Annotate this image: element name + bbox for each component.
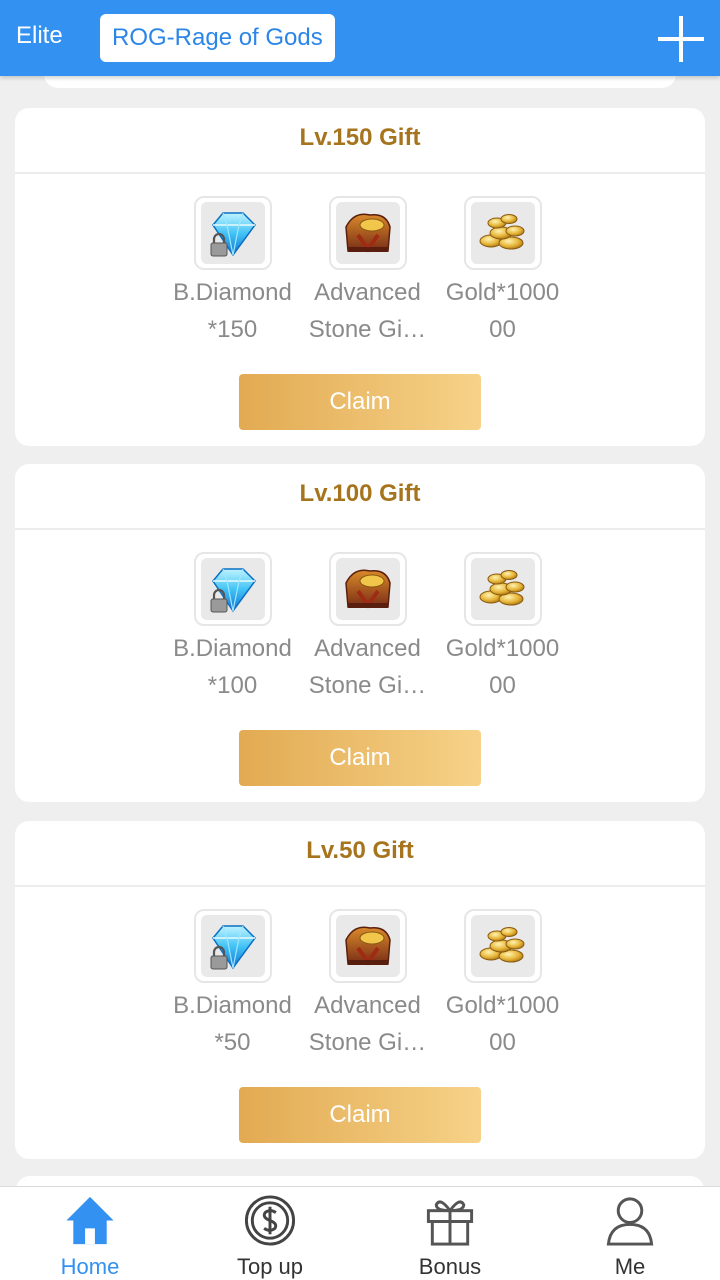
gift-item[interactable]: Gold*100000 bbox=[435, 552, 570, 702]
locked-diamond-icon bbox=[210, 568, 256, 613]
gift-title: Lv.100 Gift bbox=[15, 464, 705, 530]
locked-diamond-icon bbox=[210, 212, 256, 257]
gift-item[interactable]: B.Diamond*50 bbox=[165, 909, 300, 1059]
home-icon bbox=[66, 1196, 114, 1245]
gift-item[interactable]: Advanced Stone Gi… bbox=[300, 552, 435, 702]
claim-button[interactable]: Claim bbox=[239, 1087, 481, 1143]
gift-title: Lv.50 Gift bbox=[15, 821, 705, 887]
nav-label: Home bbox=[60, 1254, 120, 1279]
nav-label: Top up bbox=[236, 1254, 304, 1279]
stone-chest-icon bbox=[344, 213, 391, 253]
gift-item[interactable]: Advanced Stone Gi… bbox=[300, 909, 435, 1059]
gift-item-label: B.Diamond*100 bbox=[173, 635, 292, 700]
previous-gift-card bbox=[44, 76, 676, 88]
gift-card: Lv.150 Gift B.Diamond*150 Advanced Stone… bbox=[15, 108, 705, 446]
nav-label: Me bbox=[614, 1254, 646, 1279]
locked-diamond-icon bbox=[210, 925, 256, 970]
gift-item-label: Advanced Stone Gi… bbox=[308, 992, 427, 1057]
gift-item[interactable]: Gold*100000 bbox=[435, 196, 570, 346]
nav-item-home[interactable]: Home bbox=[0, 1187, 180, 1280]
stone-chest-icon bbox=[344, 569, 391, 609]
gift-item[interactable]: Advanced Stone Gi… bbox=[300, 196, 435, 346]
gift-item-label: B.Diamond*150 bbox=[173, 279, 292, 344]
gift-icon bbox=[426, 1200, 474, 1246]
add-button[interactable] bbox=[656, 14, 706, 64]
page-title: Elite bbox=[16, 22, 63, 49]
gift-card: Lv.100 Gift B.Diamond*100 Advanced Stone… bbox=[15, 464, 705, 802]
stone-chest-icon bbox=[344, 926, 391, 966]
claim-button[interactable]: Claim bbox=[239, 730, 481, 786]
gift-list[interactable]: Lv.150 Gift B.Diamond*150 Advanced Stone… bbox=[0, 76, 720, 1186]
gold-coins-icon bbox=[479, 214, 524, 250]
gift-item-label: Gold*100000 bbox=[445, 992, 560, 1057]
app-header: Elite ROG-Rage of Gods bbox=[0, 0, 720, 76]
gift-item-label: Gold*100000 bbox=[445, 635, 560, 700]
gift-item-label: Gold*100000 bbox=[445, 279, 560, 344]
gift-title: Lv.150 Gift bbox=[15, 108, 705, 174]
gift-item-label: Advanced Stone Gi… bbox=[308, 635, 427, 700]
nav-label: Bonus bbox=[418, 1254, 482, 1279]
gift-item[interactable]: Gold*100000 bbox=[435, 909, 570, 1059]
gift-item[interactable]: B.Diamond*150 bbox=[165, 196, 300, 346]
user-icon bbox=[606, 1197, 654, 1246]
gift-card: Lv.50 Gift B.Diamond*50 Advanced Stone G… bbox=[15, 821, 705, 1159]
nav-item-bonus[interactable]: Bonus bbox=[360, 1187, 540, 1280]
claim-button[interactable]: Claim bbox=[239, 374, 481, 430]
gift-item-label: B.Diamond*50 bbox=[173, 992, 292, 1057]
bottom-nav: Home Top up Bonus Me bbox=[0, 1186, 720, 1280]
gift-item-label: Advanced Stone Gi… bbox=[308, 279, 427, 344]
nav-item-me[interactable]: Me bbox=[540, 1187, 720, 1280]
game-selector-button[interactable]: ROG-Rage of Gods bbox=[100, 14, 335, 62]
gift-item[interactable]: B.Diamond*100 bbox=[165, 552, 300, 702]
game-name-label: ROG-Rage of Gods bbox=[112, 24, 323, 51]
gold-coins-icon bbox=[479, 570, 524, 606]
nav-item-top-up[interactable]: Top up bbox=[180, 1187, 360, 1280]
plus-icon bbox=[658, 16, 704, 62]
gold-coins-icon bbox=[479, 927, 524, 963]
dollar-coin-icon bbox=[244, 1195, 296, 1246]
next-gift-card bbox=[16, 1176, 704, 1186]
